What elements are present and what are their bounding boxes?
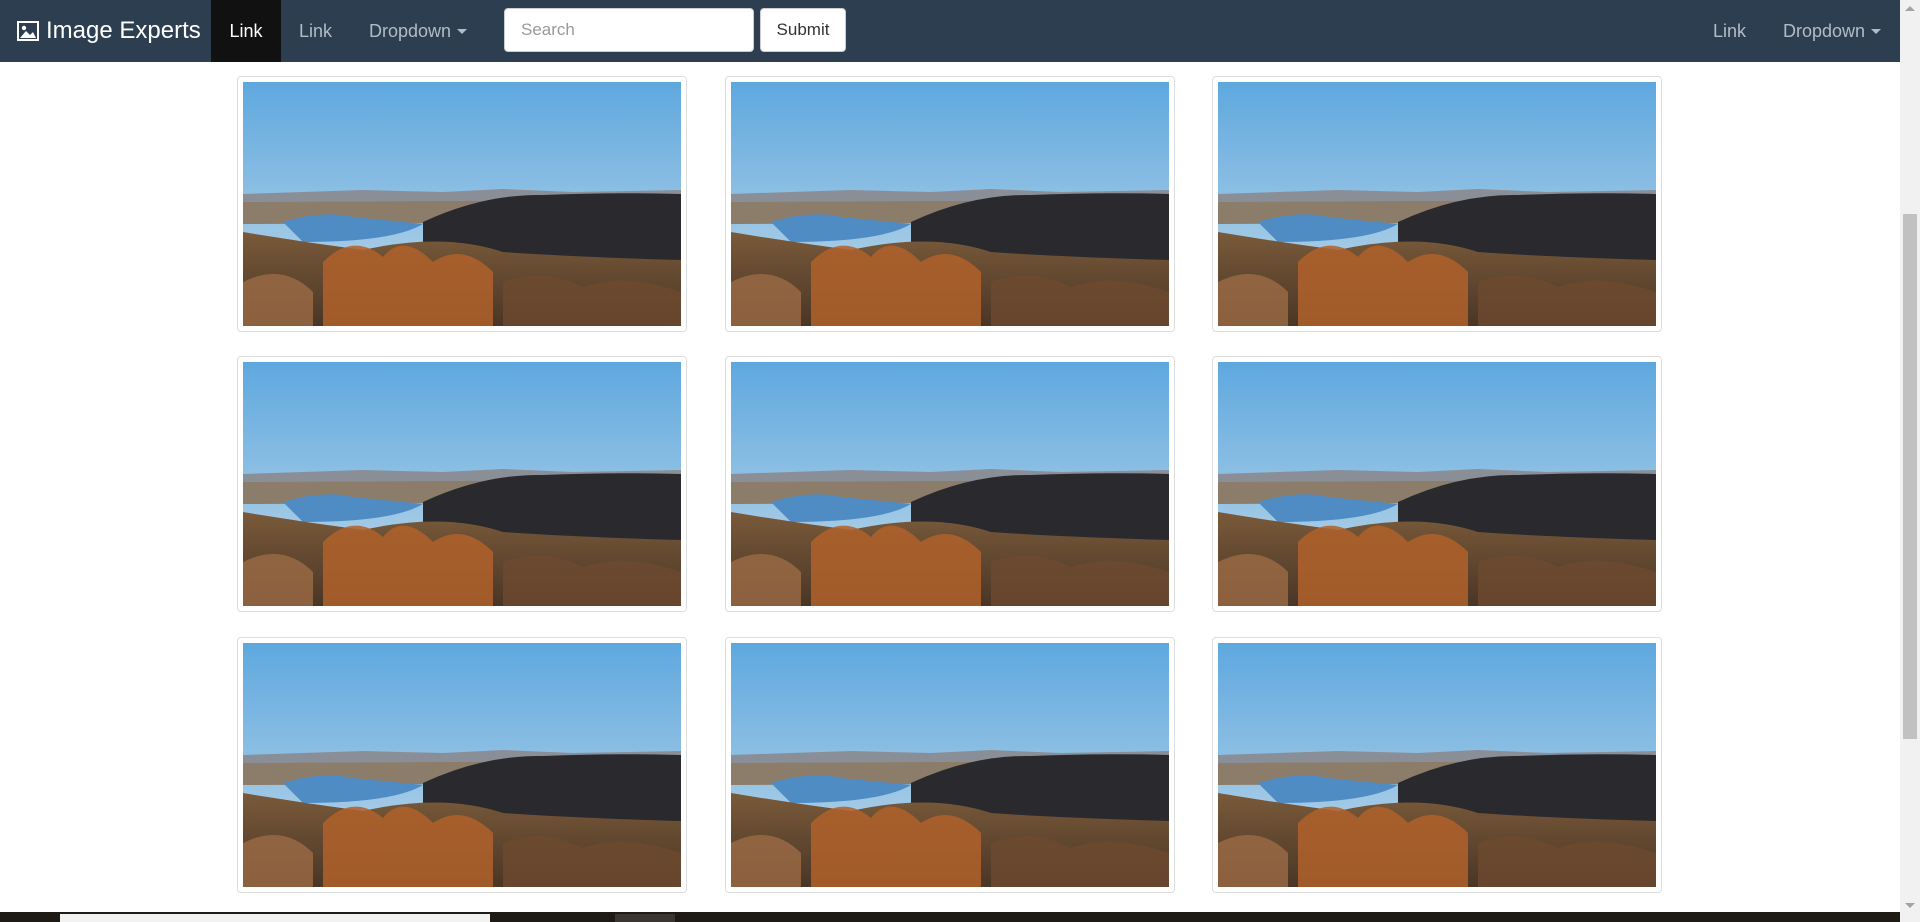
landscape-photo bbox=[731, 362, 1169, 606]
brand-text: Image Experts bbox=[46, 17, 201, 44]
brand-link[interactable]: Image Experts bbox=[17, 0, 201, 62]
search-input[interactable] bbox=[504, 8, 754, 52]
nav-dropdown-right-toggle[interactable]: Dropdown bbox=[1783, 0, 1882, 62]
landscape-photo bbox=[731, 643, 1169, 887]
caret-down-icon bbox=[1871, 28, 1882, 34]
scroll-up-icon[interactable] bbox=[1905, 6, 1915, 11]
landscape-photo bbox=[1218, 362, 1656, 606]
picture-icon bbox=[17, 21, 39, 41]
bottom-content-strip bbox=[0, 912, 1900, 922]
submit-button[interactable]: Submit bbox=[760, 8, 846, 52]
landscape-photo bbox=[731, 82, 1169, 326]
nav-link[interactable]: Link bbox=[299, 0, 332, 62]
caret-down-icon bbox=[457, 28, 468, 34]
image-thumbnail[interactable] bbox=[1212, 356, 1662, 612]
scrollbar-thumb[interactable] bbox=[1903, 214, 1917, 739]
nav-link-right[interactable]: Link bbox=[1713, 0, 1746, 62]
nav-dropdown-toggle[interactable]: Dropdown bbox=[369, 0, 468, 62]
image-thumbnail[interactable] bbox=[725, 76, 1175, 332]
nav-link-label: Link bbox=[299, 20, 333, 41]
landscape-photo bbox=[243, 82, 681, 326]
image-thumbnail[interactable] bbox=[237, 356, 687, 612]
bottom-strip-block bbox=[615, 914, 675, 922]
image-thumbnail[interactable] bbox=[1212, 637, 1662, 893]
nav-dropdown-label: Dropdown bbox=[1783, 20, 1866, 41]
vertical-scrollbar[interactable] bbox=[1900, 0, 1920, 922]
landscape-photo bbox=[1218, 82, 1656, 326]
image-thumbnail[interactable] bbox=[725, 356, 1175, 612]
image-gallery bbox=[0, 0, 1900, 922]
bottom-strip-panel bbox=[60, 914, 490, 922]
image-thumbnail[interactable] bbox=[237, 76, 687, 332]
scroll-down-icon[interactable] bbox=[1905, 903, 1915, 908]
navbar: Image Experts Link Link Dropdown Submit … bbox=[0, 0, 1900, 62]
landscape-photo bbox=[1218, 643, 1656, 887]
landscape-photo bbox=[243, 362, 681, 606]
nav-dropdown-label: Dropdown bbox=[369, 20, 452, 41]
nav-link-label: Link bbox=[229, 20, 263, 41]
landscape-photo bbox=[243, 643, 681, 887]
image-thumbnail[interactable] bbox=[1212, 76, 1662, 332]
nav-link-active[interactable]: Link bbox=[211, 0, 281, 62]
nav-link-label: Link bbox=[1713, 20, 1747, 41]
image-thumbnail[interactable] bbox=[237, 637, 687, 893]
image-thumbnail[interactable] bbox=[725, 637, 1175, 893]
